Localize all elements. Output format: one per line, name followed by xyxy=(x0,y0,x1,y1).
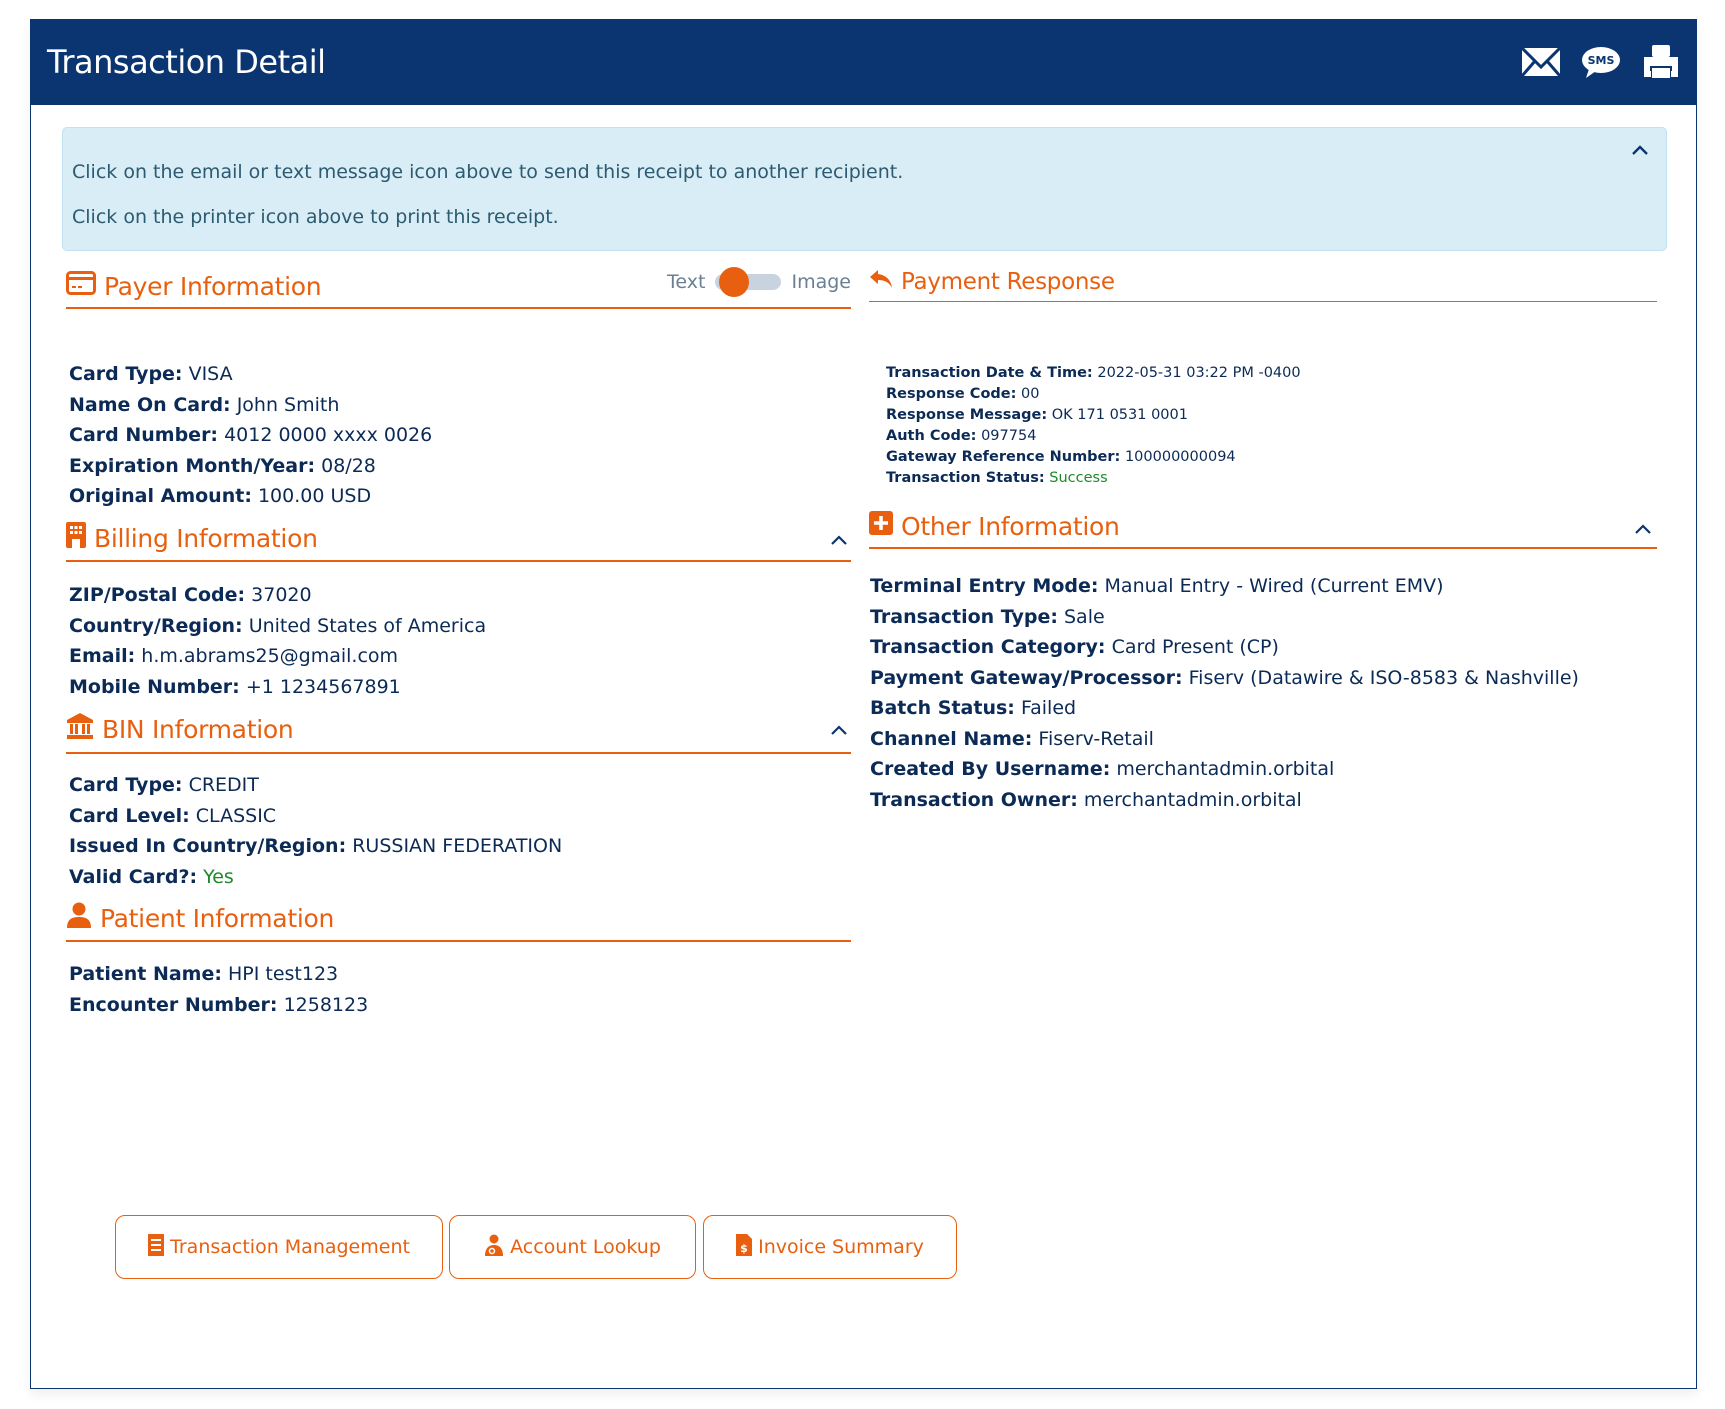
field-row: Expiration Month/Year: 08/28 xyxy=(69,454,376,477)
field-row: Card Number: 4012 0000 xxxx 0026 xyxy=(69,424,433,446)
field-row: Transaction Status: Success xyxy=(886,470,1108,486)
field-row: Issued In Country/Region: RUSSIAN FEDERA… xyxy=(69,835,563,857)
section-title: BIN Information xyxy=(102,714,294,744)
patient-fields: Patient Name: HPI test123 Encounter Numb… xyxy=(69,959,368,1020)
patient-section-header: Patient Information xyxy=(66,902,851,942)
toggle-label-text: Text xyxy=(667,271,706,293)
invoice-icon: $ xyxy=(736,1233,753,1261)
field-row: Transaction Owner: merchantadmin.orbital xyxy=(870,788,1302,811)
credit-card-icon xyxy=(66,271,96,301)
svg-text:$: $ xyxy=(740,1242,748,1255)
field-row: Valid Card?: Yes xyxy=(69,865,234,888)
field-row: Mobile Number: +1 1234567891 xyxy=(69,675,401,698)
section-title: Patient Information xyxy=(100,903,335,933)
receipt-icon xyxy=(148,1233,165,1261)
field-row: Payment Gateway/Processor: Fiserv (Dataw… xyxy=(870,666,1579,689)
chevron-up-icon[interactable] xyxy=(1628,138,1652,162)
billing-section-header: Billing Information xyxy=(66,522,851,562)
field-row: Terminal Entry Mode: Manual Entry - Wire… xyxy=(870,575,1444,597)
building-icon xyxy=(66,522,86,554)
field-row: Card Level: CLASSIC xyxy=(69,804,277,827)
toggle-label-image: Image xyxy=(791,271,851,293)
bank-icon xyxy=(66,712,94,746)
payer-section-header: Payer Information Text Image xyxy=(66,267,851,309)
field-row: Card Type: VISA xyxy=(69,363,233,385)
field-row: Patient Name: HPI test123 xyxy=(69,963,339,985)
field-row: Name On Card: John Smith xyxy=(69,393,340,416)
field-row: Batch Status: Failed xyxy=(870,697,1077,719)
field-row: Response Message: OK 171 0531 0001 xyxy=(886,407,1188,423)
account-lookup-button[interactable]: Account Lookup xyxy=(449,1215,696,1279)
other-fields: Terminal Entry Mode: Manual Entry - Wire… xyxy=(870,571,1579,815)
plus-square-icon xyxy=(869,511,893,541)
chevron-up-icon[interactable] xyxy=(827,718,851,742)
field-row: ZIP/Postal Code: 37020 xyxy=(69,584,312,606)
header-bar: Transaction Detail SMS xyxy=(31,19,1696,105)
section-title: Payment Response xyxy=(901,269,1115,295)
bin-section-header: BIN Information xyxy=(66,712,851,754)
switch-knob xyxy=(719,267,750,297)
page-title: Transaction Detail xyxy=(47,43,326,81)
field-row: Channel Name: Fiserv-Retail xyxy=(870,727,1154,750)
field-row: Original Amount: 100.00 USD xyxy=(69,485,372,507)
field-row: Auth Code: 097754 xyxy=(886,428,1037,444)
section-title: Payer Information xyxy=(104,271,322,301)
email-icon[interactable] xyxy=(1520,41,1562,83)
field-row: Transaction Category: Card Present (CP) xyxy=(870,636,1279,658)
payer-fields: Card Type: VISA Name On Card: John Smith… xyxy=(69,359,432,512)
payment-response-fields: Transaction Date & Time: 2022-05-31 03:2… xyxy=(886,363,1301,489)
payment-response-section-header: Payment Response xyxy=(869,269,1657,302)
invoice-summary-button[interactable]: $ Invoice Summary xyxy=(703,1215,957,1279)
sms-icon[interactable]: SMS xyxy=(1580,41,1622,83)
field-row: Card Type: CREDIT xyxy=(69,774,259,796)
receipt-info-alert: Click on the email or text message icon … xyxy=(62,127,1667,251)
transaction-detail-panel: Transaction Detail SMS Click on the emai… xyxy=(30,19,1697,1389)
chevron-up-icon[interactable] xyxy=(1631,517,1655,541)
transaction-management-button[interactable]: Transaction Management xyxy=(115,1215,443,1279)
field-row: Email: h.m.abrams25@gmail.com xyxy=(69,645,399,667)
printer-icon[interactable] xyxy=(1640,41,1682,83)
field-row: Gateway Reference Number: 100000000094 xyxy=(886,449,1236,465)
field-row: Encounter Number: 1258123 xyxy=(69,993,369,1016)
user-icon xyxy=(66,902,92,934)
field-row: Created By Username: merchantadmin.orbit… xyxy=(870,758,1335,780)
text-image-toggle: Text Image xyxy=(667,267,851,297)
chevron-up-icon[interactable] xyxy=(827,528,851,552)
transaction-status-value: Success xyxy=(1049,470,1108,486)
billing-fields: ZIP/Postal Code: 37020 Country/Region: U… xyxy=(69,580,486,702)
view-mode-switch[interactable] xyxy=(715,267,782,297)
section-title: Other Information xyxy=(901,511,1120,541)
field-row: Transaction Type: Sale xyxy=(870,605,1105,628)
other-section-header: Other Information xyxy=(869,511,1657,549)
reply-icon xyxy=(869,269,893,295)
svg-text:SMS: SMS xyxy=(1588,54,1615,67)
field-row: Response Code: 00 xyxy=(886,386,1040,402)
section-title: Billing Information xyxy=(94,523,318,553)
field-row: Transaction Date & Time: 2022-05-31 03:2… xyxy=(886,365,1301,381)
user-lookup-icon xyxy=(484,1234,504,1261)
bin-fields: Card Type: CREDIT Card Level: CLASSIC Is… xyxy=(69,770,562,892)
valid-card-status: Yes xyxy=(203,865,234,888)
info-text-email: Click on the email or text message icon … xyxy=(72,161,904,183)
info-text-print: Click on the printer icon above to print… xyxy=(72,206,559,228)
field-row: Country/Region: United States of America xyxy=(69,614,487,637)
